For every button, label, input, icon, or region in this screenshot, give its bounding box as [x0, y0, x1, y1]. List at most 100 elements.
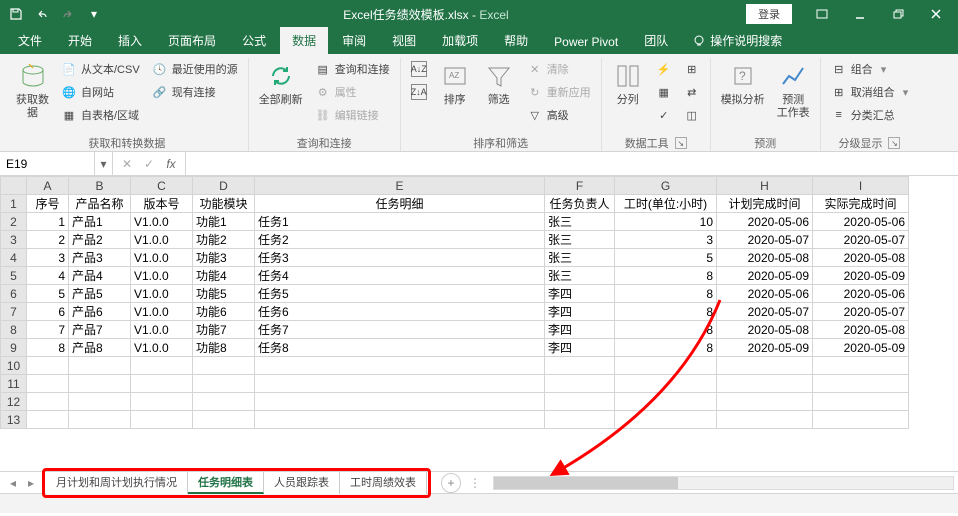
cell-B6[interactable]: 产品5	[69, 285, 131, 303]
cell-E2[interactable]: 任务1	[255, 213, 545, 231]
col-header-F[interactable]: F	[545, 177, 615, 195]
spreadsheet-grid[interactable]: ABCDEFGHI1序号产品名称版本号功能模块任务明细任务负责人工时(单位:小时…	[0, 176, 958, 471]
cell-E10[interactable]	[255, 357, 545, 375]
cell-D3[interactable]: 功能2	[193, 231, 255, 249]
row-header-8[interactable]: 8	[1, 321, 27, 339]
cell-C7[interactable]: V1.0.0	[131, 303, 193, 321]
sheet-tab-personnel[interactable]: 人员跟踪表	[264, 472, 340, 494]
sort-az-button[interactable]: A↓Z	[407, 58, 431, 80]
name-box-dropdown[interactable]: ▾	[95, 152, 113, 175]
cell-E1[interactable]: 任务明细	[255, 195, 545, 213]
cell-F8[interactable]: 李四	[545, 321, 615, 339]
cell-G13[interactable]	[615, 411, 717, 429]
cell-B13[interactable]	[69, 411, 131, 429]
tab-home[interactable]: 开始	[56, 27, 104, 54]
cell-B10[interactable]	[69, 357, 131, 375]
cell-F13[interactable]	[545, 411, 615, 429]
select-all-corner[interactable]	[1, 177, 27, 195]
tab-file[interactable]: 文件	[6, 27, 54, 54]
cell-H11[interactable]	[717, 375, 813, 393]
name-box[interactable]: E19	[0, 152, 95, 175]
cell-F2[interactable]: 张三	[545, 213, 615, 231]
cell-C5[interactable]: V1.0.0	[131, 267, 193, 285]
col-header-B[interactable]: B	[69, 177, 131, 195]
col-header-G[interactable]: G	[615, 177, 717, 195]
tab-data[interactable]: 数据	[280, 27, 328, 54]
filter-button[interactable]: 筛选	[479, 58, 519, 109]
formula-input[interactable]	[186, 152, 958, 175]
cell-B9[interactable]: 产品8	[69, 339, 131, 357]
fx-icon[interactable]: fx	[161, 154, 181, 174]
add-sheet-button[interactable]: +	[441, 473, 461, 493]
recent-sources-button[interactable]: 🕓最近使用的源	[148, 58, 242, 80]
tab-review[interactable]: 审阅	[330, 27, 378, 54]
ribbon-options-icon[interactable]	[804, 2, 840, 26]
sheet-tab-weekly[interactable]: 工时周绩效表	[340, 472, 427, 494]
tab-addins[interactable]: 加载项	[430, 27, 490, 54]
group-rows-button[interactable]: ⊟组合▾	[827, 58, 913, 80]
tab-team[interactable]: 团队	[632, 27, 680, 54]
data-validation-button[interactable]: ✓	[652, 104, 676, 126]
get-data-button[interactable]: 获取数 据	[12, 58, 53, 122]
sheet-nav-prev[interactable]: ◂	[4, 474, 22, 492]
forecast-sheet-button[interactable]: 预测 工作表	[773, 58, 814, 122]
cell-G2[interactable]: 10	[615, 213, 717, 231]
col-header-D[interactable]: D	[193, 177, 255, 195]
horizontal-scrollbar[interactable]	[493, 476, 954, 490]
cell-A4[interactable]: 3	[27, 249, 69, 267]
cell-F6[interactable]: 李四	[545, 285, 615, 303]
remove-dup-button[interactable]: ▦	[652, 81, 676, 103]
cell-I3[interactable]: 2020-05-07	[813, 231, 909, 249]
tab-help[interactable]: 帮助	[492, 27, 540, 54]
cell-F11[interactable]	[545, 375, 615, 393]
cell-G11[interactable]	[615, 375, 717, 393]
cell-I7[interactable]: 2020-05-07	[813, 303, 909, 321]
cell-G10[interactable]	[615, 357, 717, 375]
cell-A8[interactable]: 7	[27, 321, 69, 339]
row-header-5[interactable]: 5	[1, 267, 27, 285]
enter-formula-icon[interactable]: ✓	[139, 154, 159, 174]
row-header-6[interactable]: 6	[1, 285, 27, 303]
tab-view[interactable]: 视图	[380, 27, 428, 54]
cell-H6[interactable]: 2020-05-06	[717, 285, 813, 303]
cell-B8[interactable]: 产品7	[69, 321, 131, 339]
cell-D5[interactable]: 功能4	[193, 267, 255, 285]
cell-C3[interactable]: V1.0.0	[131, 231, 193, 249]
cell-D9[interactable]: 功能8	[193, 339, 255, 357]
cell-A11[interactable]	[27, 375, 69, 393]
tab-pagelayout[interactable]: 页面布局	[156, 27, 228, 54]
cell-G7[interactable]: 8	[615, 303, 717, 321]
cell-C6[interactable]: V1.0.0	[131, 285, 193, 303]
cell-A7[interactable]: 6	[27, 303, 69, 321]
cell-I12[interactable]	[813, 393, 909, 411]
qat-customize-icon[interactable]: ▾	[82, 2, 106, 26]
col-header-A[interactable]: A	[27, 177, 69, 195]
cell-I1[interactable]: 实际完成时间	[813, 195, 909, 213]
cell-A9[interactable]: 8	[27, 339, 69, 357]
cell-H2[interactable]: 2020-05-06	[717, 213, 813, 231]
cell-C4[interactable]: V1.0.0	[131, 249, 193, 267]
cell-G8[interactable]: 8	[615, 321, 717, 339]
tab-formulas[interactable]: 公式	[230, 27, 278, 54]
cell-I11[interactable]	[813, 375, 909, 393]
cell-C13[interactable]	[131, 411, 193, 429]
cell-G12[interactable]	[615, 393, 717, 411]
cell-F12[interactable]	[545, 393, 615, 411]
sort-za-button[interactable]: Z↓A	[407, 81, 431, 103]
cell-H3[interactable]: 2020-05-07	[717, 231, 813, 249]
queries-conn-button[interactable]: ▤查询和连接	[311, 58, 394, 80]
cell-B11[interactable]	[69, 375, 131, 393]
row-header-7[interactable]: 7	[1, 303, 27, 321]
cell-H5[interactable]: 2020-05-09	[717, 267, 813, 285]
cell-D1[interactable]: 功能模块	[193, 195, 255, 213]
cell-B12[interactable]	[69, 393, 131, 411]
cell-I9[interactable]: 2020-05-09	[813, 339, 909, 357]
cell-D4[interactable]: 功能3	[193, 249, 255, 267]
cell-B7[interactable]: 产品6	[69, 303, 131, 321]
cell-F3[interactable]: 张三	[545, 231, 615, 249]
cell-F4[interactable]: 张三	[545, 249, 615, 267]
redo-icon[interactable]	[56, 2, 80, 26]
cell-C2[interactable]: V1.0.0	[131, 213, 193, 231]
cell-A5[interactable]: 4	[27, 267, 69, 285]
cell-H9[interactable]: 2020-05-09	[717, 339, 813, 357]
